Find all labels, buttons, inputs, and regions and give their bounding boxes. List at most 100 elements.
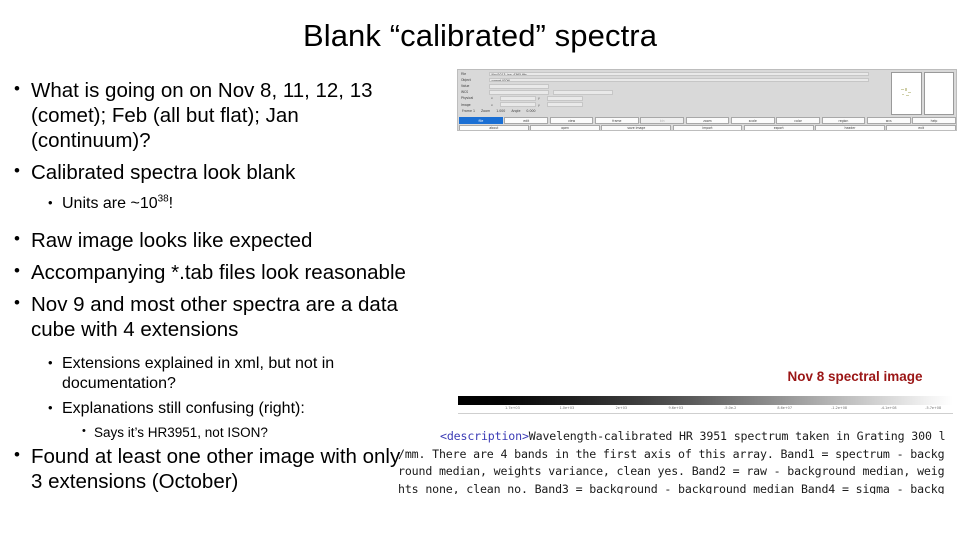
ds9-submenu-open[interactable]: open [530,125,600,130]
ds9-preview-panes [891,72,954,115]
bullet-marker-icon: • [14,261,20,280]
xml-line-1-text: Wavelength-calibrated HR 3951 spectrum t… [528,429,946,443]
bullet-marker-icon: • [14,79,20,98]
xml-line: /mm. There are 4 bands in the first axis… [398,446,945,461]
ds9-menu-wcs[interactable]: wcs [866,117,911,124]
ds9-row-object: Object comet ISON [461,77,888,83]
list-item-label: Accompanying *.tab files look reasonable [31,261,406,284]
ds9-value-object: comet ISON [489,77,869,83]
bullet-list: • What is going on on Nov 8, 11, 12, 13 … [14,78,414,501]
list-item-label: Extensions explained in xml, but not in … [62,355,335,392]
ds9-label-value: Value [461,84,470,89]
ds9-angle-label: Angle [511,108,521,113]
ds9-submenu-header[interactable]: header [815,125,885,130]
bullet-marker-icon: • [14,293,20,312]
ds9-menu-scale[interactable]: scale [730,117,775,124]
xml-open-tag: <description> [440,429,529,443]
colorbar-gradient [458,396,953,405]
panner-pane[interactable] [923,72,954,115]
bullet-marker-icon: • [14,161,20,180]
units-text-prefix: Units are ~10 [62,195,158,212]
list-item-label: What is going on on Nov 8, 11, 12, 13 (c… [31,79,373,152]
ds9-label-file: File [461,72,466,77]
ds9-value-value [489,83,549,89]
ds9-menu-zoom[interactable]: zoom [685,117,730,124]
ds9-menu-bar[interactable]: file edit view frame bin zoom scale colo… [459,117,956,124]
ds9-value-wcs-y [553,90,613,95]
list-item-label: Raw image looks like expected [31,229,313,252]
colorbar-tick: 1.7e+03 [505,405,520,410]
spectral-colorbar: 1.7e+03 1.0e+03 2e+03 9.6e+03 -5.0e-2 8.… [458,396,953,419]
ds9-axis-y-label: y [538,102,540,107]
ds9-value-image-y [547,102,583,107]
list-item: • Nov 9 and most other spectra are a dat… [14,292,414,342]
bullet-marker-icon: • [82,425,86,437]
xml-line: hts none, clean no. Band3 = background -… [398,481,945,495]
ds9-axis-y-label: y [538,96,540,101]
ds9-submenu-import[interactable]: import [672,125,743,130]
colorbar-tick: 8.6e+07 [777,405,793,410]
colorbar-tick: 1.0e+03 [559,405,575,410]
ds9-viewer-window[interactable]: File Nov2013_jan_4365.fits Object comet … [457,69,957,131]
ds9-label-wcs: WCS [461,90,469,95]
ds9-submenu-exit[interactable]: exit [886,125,956,130]
list-item: • Says it’s HR3951, not ISON? [82,424,414,441]
ds9-menu-edit[interactable]: edit [504,117,549,124]
list-item-label: Explanations still confusing (right): [62,400,305,417]
colorbar-tick: 2e+03 [615,405,628,410]
list-item: • Extensions explained in xml, but not i… [48,354,414,394]
list-item-label: Says it’s HR3951, not ISON? [94,425,268,440]
ds9-submenu-bar[interactable]: about open save image import export head… [459,125,956,130]
ds9-zoom-value: 1.000 [496,108,506,113]
colorbar-tick-labels: 1.7e+03 1.0e+03 2e+03 9.6e+03 -5.0e-2 8.… [458,405,953,413]
ds9-menu-help[interactable]: help [912,117,956,124]
list-item: • Explanations still confusing (right): [48,399,414,419]
ds9-submenu-about[interactable]: about [459,125,529,130]
ds9-menu-frame[interactable]: frame [594,117,639,124]
colorbar-tick: -5.0e-2 [724,405,737,410]
ds9-value-physical-y [547,96,583,101]
magnifier-pane[interactable] [891,72,922,115]
ds9-zoom-label: Zoom [480,108,491,113]
colorbar-tick: -1.2e+08 [831,405,848,410]
units-exponent: 38 [157,193,169,205]
list-item-label: Nov 9 and most other spectra are a data … [31,293,398,341]
ds9-angle-value: 0.000 [526,108,536,113]
bullet-marker-icon: • [14,445,20,464]
list-item: • Found at least one other image with on… [14,444,414,494]
ds9-value-file: Nov2013_jan_4365.fits [489,71,869,77]
colorbar-baseline [458,413,953,414]
units-text-suffix: ! [168,195,174,212]
bullet-marker-icon: • [48,355,53,370]
ds9-menu-color[interactable]: color [776,117,820,124]
list-item: • Raw image looks like expected [14,228,414,253]
ds9-value-physical-x [500,96,536,101]
ds9-menu-bin[interactable]: bin [640,117,685,124]
ds9-submenu-export[interactable]: export [743,125,814,130]
list-item: • Units are ~1038! [48,194,414,214]
ds9-label-image: Image [461,102,471,107]
ds9-label-object: Object [461,78,471,83]
xml-line: round median, weights variance, clean ye… [398,464,945,478]
ds9-menu-region[interactable]: region [821,117,866,124]
magnifier-crosshair-icon [900,87,913,99]
bullet-marker-icon: • [14,229,20,248]
list-item: • Calibrated spectra look blank [14,160,414,185]
list-item: • Accompanying *.tab files look reasonab… [14,260,414,285]
ds9-axis-x-label: x [491,102,493,107]
colorbar-tick: -4.1e+08 [880,405,897,410]
bullet-marker-icon: • [48,400,53,415]
list-item: • What is going on on Nov 8, 11, 12, 13 … [14,78,414,153]
ds9-frame-status-row: Frame 1 Zoom 1.000 Angle 0.000 [461,108,888,115]
ds9-label-physical: Physical [461,96,474,101]
ds9-menu-view[interactable]: view [549,117,594,124]
xml-description-text: <description>Wavelength-calibrated HR 39… [398,428,960,494]
colorbar-tick: 9.6e+03 [668,405,684,410]
list-item-label: Units are ~1038! [62,194,414,214]
ds9-submenu-save-image[interactable]: save image [601,125,672,130]
ds9-value-image-x [500,102,536,107]
ds9-row-file: File Nov2013_jan_4365.fits [461,71,888,77]
spectral-image-caption: Nov 8 spectral image [787,369,923,384]
ds9-menu-file[interactable]: file [459,117,503,124]
bullet-marker-icon: • [48,195,53,210]
